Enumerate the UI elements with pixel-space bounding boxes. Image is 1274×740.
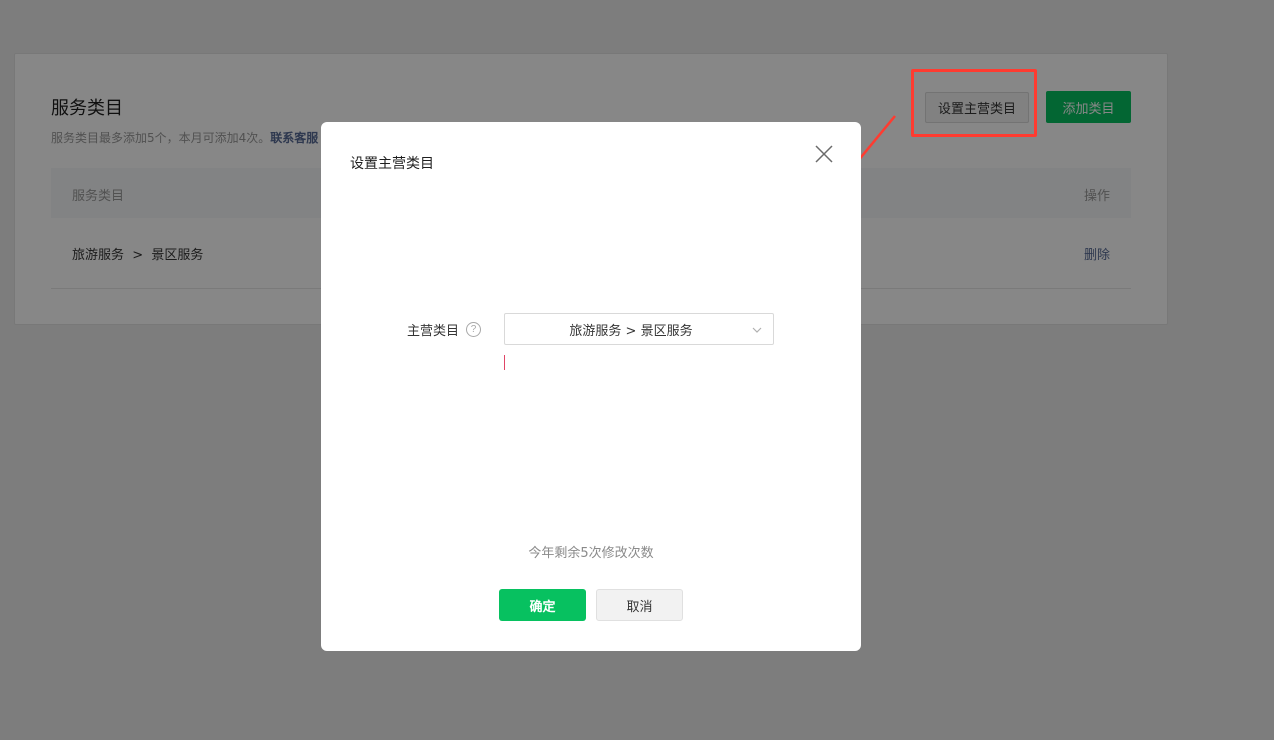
chevron-down-icon bbox=[752, 327, 762, 333]
set-main-category-dialog: 设置主营类目 主营类目 ? 旅游服务 > 景区服务 今年剩余5次修改次数 确定 … bbox=[321, 122, 861, 651]
main-category-select[interactable]: 旅游服务 > 景区服务 bbox=[504, 313, 774, 345]
main-category-label: 主营类目 ? bbox=[407, 320, 482, 339]
confirm-button[interactable]: 确定 bbox=[499, 589, 586, 621]
dialog-title: 设置主营类目 bbox=[350, 156, 434, 172]
select-value: 旅游服务 > 景区服务 bbox=[569, 323, 693, 339]
close-icon bbox=[815, 145, 833, 163]
help-icon[interactable]: ? bbox=[466, 322, 482, 337]
close-button[interactable] bbox=[812, 142, 836, 166]
text-caret bbox=[504, 355, 505, 370]
annotation-highlight-box bbox=[911, 69, 1037, 137]
cancel-button[interactable]: 取消 bbox=[596, 589, 683, 621]
main-category-label-text: 主营类目 bbox=[407, 324, 460, 339]
remaining-changes-text: 今年剩余5次修改次数 bbox=[528, 546, 654, 561]
